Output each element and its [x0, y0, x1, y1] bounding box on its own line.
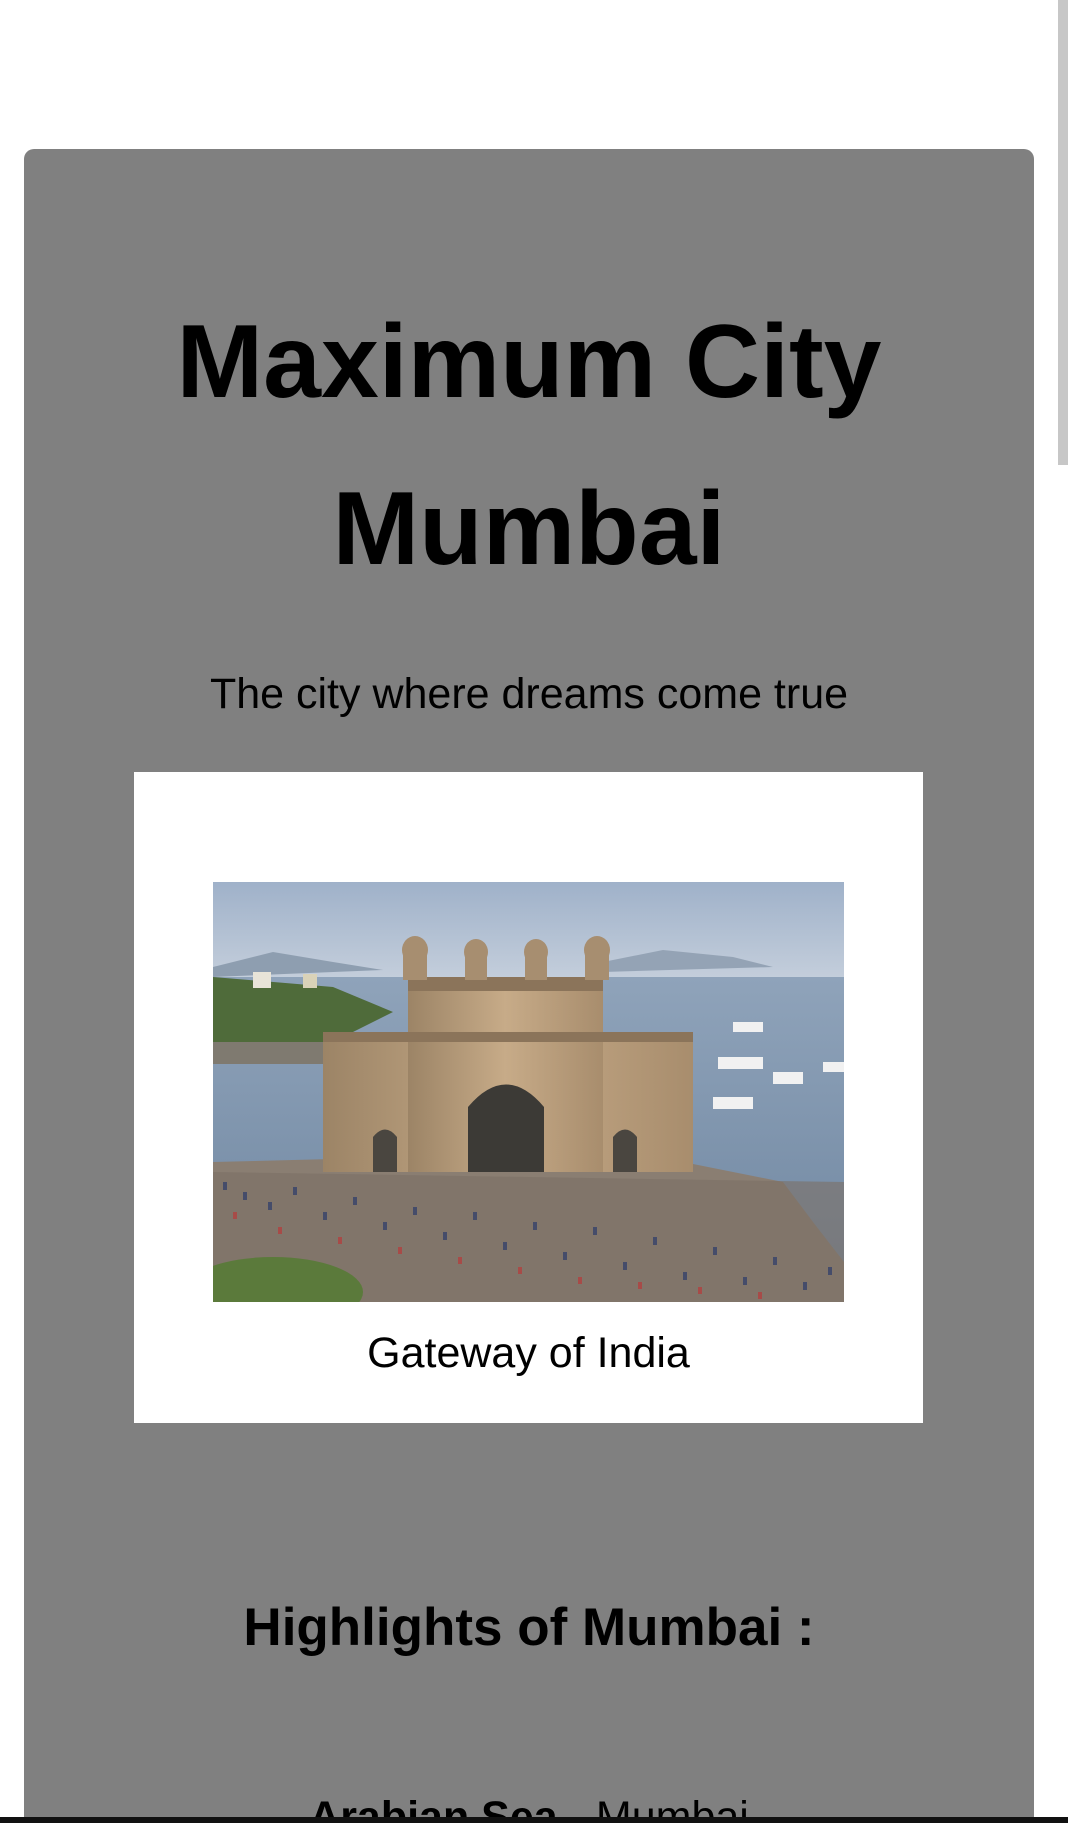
page-title: Maximum City Mumbai: [24, 279, 1034, 613]
gateway-of-india-image: [213, 882, 844, 1302]
bottom-edge-bar: [0, 1817, 1068, 1823]
gateway-of-india-photo: [213, 882, 844, 1302]
scrollbar-thumb[interactable]: [1058, 0, 1068, 465]
tagline: The city where dreams come true: [209, 670, 849, 718]
title-line-1: Maximum City: [176, 304, 882, 420]
page: Maximum City Mumbai The city where dream…: [0, 0, 1068, 1823]
content-card: Maximum City Mumbai The city where dream…: [24, 149, 1034, 1823]
scrollbar-track[interactable]: [1054, 0, 1068, 1823]
title-line-2: Mumbai: [332, 471, 726, 587]
image-figure: Gateway of India: [134, 772, 923, 1423]
highlights-heading: Highlights of Mumbai :: [243, 1598, 815, 1657]
image-caption: Gateway of India: [367, 1329, 690, 1377]
